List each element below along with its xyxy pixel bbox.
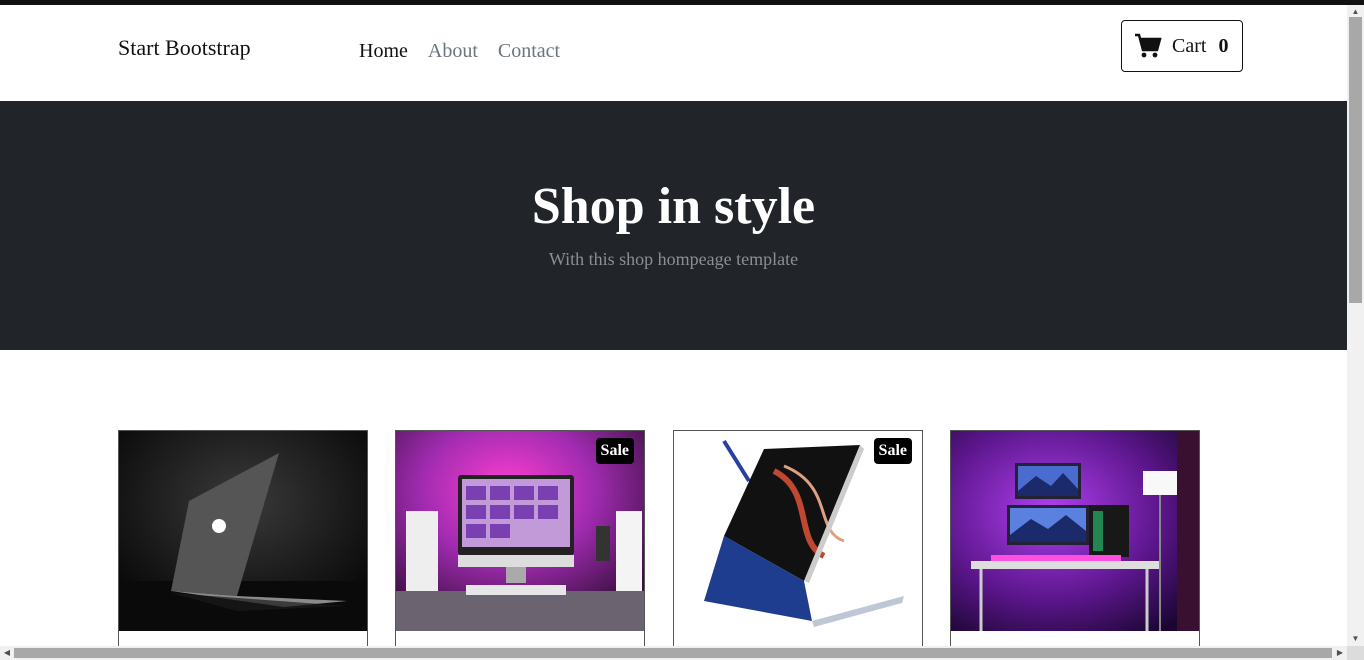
product-card[interactable] [950, 430, 1200, 660]
hero-subtitle: With this shop hompeage template [548, 249, 799, 269]
scrollbar-corner [1347, 646, 1364, 660]
gaming-setup-photo [951, 431, 1199, 631]
hero-section: Shop in style With this shop hompeage te… [0, 101, 1347, 350]
cart-button[interactable]: Cart 0 [1121, 20, 1243, 72]
product-image-gaming-setup[interactable] [951, 431, 1199, 631]
horizontal-scrollbar[interactable]: ◀ ▶ [0, 646, 1347, 660]
nav-link-contact[interactable]: Contact [498, 40, 560, 63]
cart-count-badge: 0 [1218, 34, 1229, 57]
nav-link-home[interactable]: Home [359, 40, 408, 63]
product-card[interactable]: Sale [395, 430, 645, 660]
nav-link-about[interactable]: About [428, 40, 478, 63]
scroll-right-arrow-icon[interactable]: ▶ [1333, 646, 1347, 660]
brand-link[interactable]: Start Bootstrap [118, 35, 251, 61]
product-image-laptop[interactable] [119, 431, 367, 631]
cart-label: Cart [1172, 34, 1207, 57]
product-card[interactable]: Sale [673, 430, 923, 660]
sale-badge: Sale [873, 438, 912, 464]
navbar: Start Bootstrap Home About Contact Cart … [0, 5, 1347, 101]
vertical-scrollbar[interactable]: ▲ ▼ [1347, 5, 1364, 646]
vertical-scroll-thumb[interactable] [1349, 17, 1362, 303]
sale-badge: Sale [595, 438, 634, 464]
scroll-left-arrow-icon[interactable]: ◀ [0, 646, 14, 660]
hero-title: Shop in style [531, 178, 816, 235]
scroll-down-arrow-icon[interactable]: ▼ [1347, 632, 1364, 646]
nav-links: Home About Contact [359, 40, 560, 63]
cart-icon [1135, 33, 1162, 58]
laptop-photo [119, 431, 367, 631]
horizontal-scroll-thumb[interactable] [14, 648, 1332, 658]
product-card[interactable] [118, 430, 368, 660]
